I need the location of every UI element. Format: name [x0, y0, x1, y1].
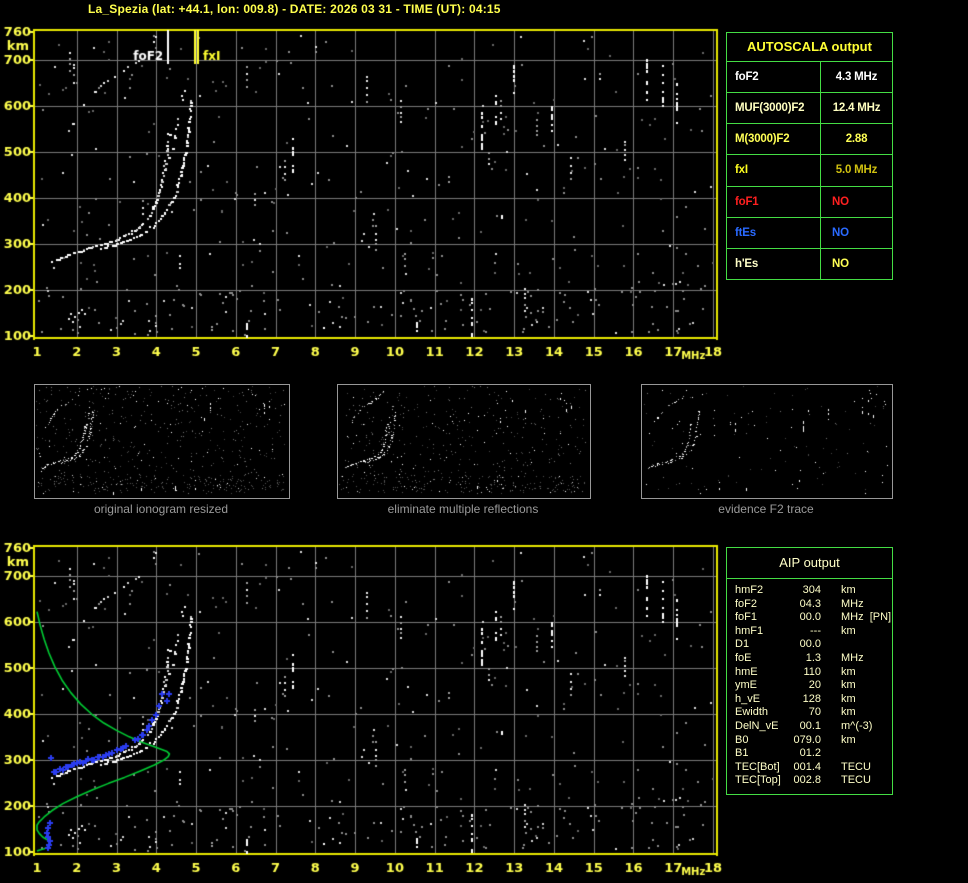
autoscala-output-table: AUTOSCALA output foF2 4.3 MHz MUF(3000)F… — [726, 32, 893, 280]
aip-row-label: DelN_vE — [735, 719, 779, 732]
aip-row-label: ymE — [735, 679, 757, 692]
aip-row-value: 70 — [808, 706, 821, 719]
aip-row-label: TEC[Bot] — [735, 760, 780, 773]
thumbnail-original-ionogram — [34, 384, 290, 499]
aip-row-unit: km — [841, 665, 856, 678]
aip-row-label: hmE — [735, 665, 758, 678]
aip-row: hmF1 --- km — [735, 625, 892, 639]
aip-row-unit: km — [841, 733, 856, 746]
aip-row-unit: TECU — [841, 760, 871, 773]
aip-row: foF2 04.3 MHz — [735, 598, 892, 612]
aip-row-unit: km — [841, 679, 856, 692]
row-value: NO — [832, 257, 849, 270]
aip-row-value: 001.4 — [793, 760, 821, 773]
aip-row: hmE 110 km — [735, 666, 892, 680]
row-value: 2.88 — [845, 133, 868, 146]
aip-row-unit: MHz — [841, 651, 864, 664]
aip-row: TEC[Top] 002.8 TECU — [735, 774, 892, 788]
aip-row-value: 00.0 — [799, 611, 821, 624]
thumbnail-eliminate-reflections — [337, 384, 591, 499]
row-value: 5.0 MHz — [835, 164, 878, 177]
aip-row-label: foF2 — [735, 597, 758, 610]
aip-table-title: AIP output — [727, 548, 892, 579]
row-label: foF1 — [727, 186, 821, 217]
aip-row-label: TEC[Top] — [735, 774, 781, 787]
row-value: 12.4 MHz — [832, 102, 881, 115]
thumbnail-caption-eliminate: eliminate multiple reflections — [387, 502, 539, 516]
aip-output-table: AIP output hmF2 304 km foF2 04.3 MHz foF… — [726, 547, 893, 795]
aip-row-label: B1 — [735, 747, 749, 760]
table-row-muf3000f2: MUF(3000)F2 12.4 MHz — [727, 93, 892, 125]
aip-row: ymE 20 km — [735, 679, 892, 693]
aip-row-unit: TECU — [841, 774, 871, 787]
table-row-ftes: ftEs NO — [727, 217, 892, 249]
aip-row: B0 079.0 km — [735, 734, 892, 748]
aip-row-unit: m^(-3) — [841, 719, 873, 732]
aip-row-label: Ewidth — [735, 706, 769, 719]
row-label: fxI — [727, 155, 821, 186]
aip-row-value: 01.2 — [799, 747, 821, 760]
aip-row-value: 002.8 — [793, 774, 821, 787]
table-row-fof1: foF1 NO — [727, 186, 892, 218]
aip-row: Ewidth 70 km — [735, 706, 892, 720]
autoscala-table-title: AUTOSCALA output — [727, 33, 892, 62]
aip-row: h_vE 128 km — [735, 693, 892, 707]
aip-row-label: foF1 — [735, 611, 758, 624]
row-label: h'Es — [727, 248, 821, 279]
thumbnail-caption-original: original ionogram resized — [93, 502, 229, 516]
aip-row: D1 00.0 — [735, 638, 892, 652]
aip-row-value: 110 — [803, 665, 821, 678]
row-value: NO — [832, 226, 849, 239]
row-value: NO — [832, 195, 849, 208]
aip-row-label: hmF1 — [735, 624, 764, 637]
aip-row-value: 079.0 — [793, 733, 821, 746]
aip-row-value: 00.1 — [799, 719, 821, 732]
aip-row-label: h_vE — [735, 692, 761, 705]
aip-row-unit: MHz — [841, 597, 864, 610]
thumbnail-evidence-f2-trace — [641, 384, 893, 499]
aip-row-unit: MHz [PN] — [841, 611, 892, 624]
aip-row-unit: km — [841, 692, 856, 705]
aip-row-value: --- — [810, 624, 821, 637]
table-row-fxi: fxI 5.0 MHz — [727, 155, 892, 187]
aip-row-value: 128 — [802, 692, 821, 705]
table-row-m3000f2: M(3000)F2 2.88 — [727, 124, 892, 156]
aip-row: hmF2 304 km — [735, 584, 892, 598]
aip-row-label: B0 — [735, 733, 749, 746]
aip-row-label: foE — [735, 651, 752, 664]
row-label: ftEs — [727, 217, 821, 248]
aip-row-value: 20 — [808, 679, 821, 692]
row-label: foF2 — [727, 62, 821, 93]
aip-row: DelN_vE 00.1 m^(-3) — [735, 720, 892, 734]
row-label: MUF(3000)F2 — [727, 93, 821, 124]
row-value: 4.3 MHz — [835, 71, 878, 84]
table-row-hes: h'Es NO — [727, 248, 892, 279]
table-row-fof2: foF2 4.3 MHz — [727, 62, 892, 94]
aip-row-value: 1.3 — [805, 651, 821, 664]
aip-row-unit: km — [841, 706, 856, 719]
station-date-header: La_Spezia (lat: +44.1, lon: 009.8) - DAT… — [88, 2, 501, 16]
aip-row-label: D1 — [735, 638, 750, 651]
thumbnail-caption-evidence: evidence F2 trace — [718, 502, 814, 516]
aip-row-unit: km — [841, 584, 856, 596]
row-label: M(3000)F2 — [727, 124, 821, 155]
aip-row-value: 304 — [802, 584, 821, 596]
aip-row: foE 1.3 MHz — [735, 652, 892, 666]
aip-row: TEC[Bot] 001.4 TECU — [735, 761, 892, 775]
autoscala-window: La_Spezia (lat: +44.1, lon: 009.8) - DAT… — [0, 0, 968, 883]
aip-row: foF1 00.0 MHz [PN] — [735, 611, 892, 625]
aip-row-unit: km — [841, 624, 856, 637]
aip-row-label: hmF2 — [735, 584, 764, 596]
aip-row-value: 00.0 — [799, 638, 821, 651]
aip-row: B1 01.2 — [735, 747, 892, 761]
aip-row-value: 04.3 — [799, 597, 821, 610]
aip-table-body: hmF2 304 km foF2 04.3 MHz foF1 00.0 MHz … — [727, 579, 892, 788]
